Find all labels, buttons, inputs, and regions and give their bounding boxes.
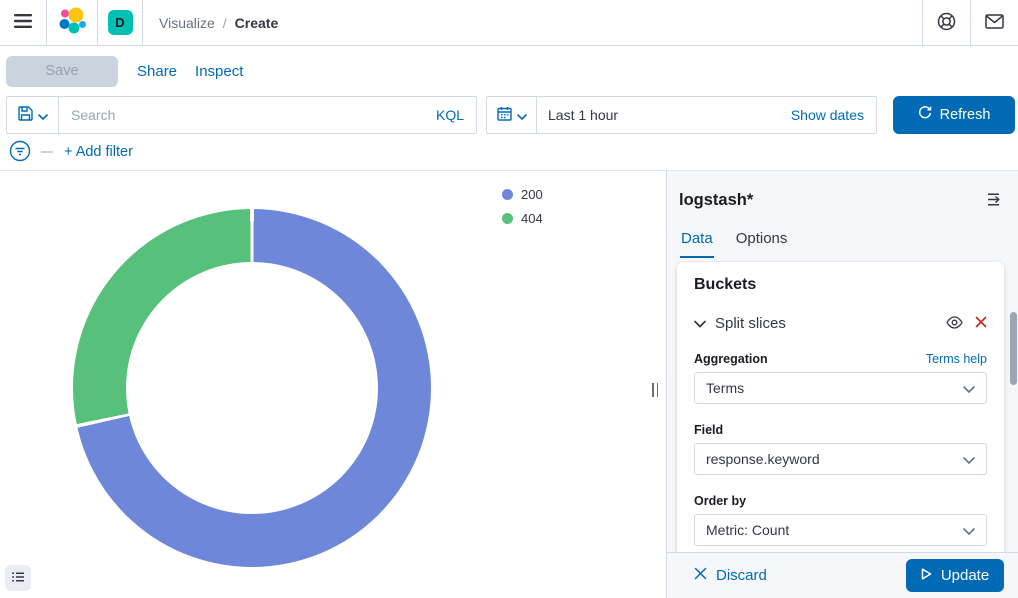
donut-chart[interactable] bbox=[73, 209, 431, 567]
legend-toggle-icon bbox=[11, 570, 25, 587]
date-picker: Last 1 hour Show dates bbox=[486, 96, 877, 134]
field-value: response.keyword bbox=[706, 451, 820, 467]
legend-swatch bbox=[502, 213, 513, 224]
legend-item-404[interactable]: 404 bbox=[502, 211, 543, 226]
terms-help-link[interactable]: Terms help bbox=[926, 352, 987, 366]
field-select[interactable]: response.keyword bbox=[694, 443, 987, 475]
legend-toggle-button[interactable] bbox=[5, 565, 31, 591]
chevron-down-icon bbox=[694, 316, 706, 331]
kibana-visualize-app: D Visualize / Create bbox=[0, 0, 1018, 598]
panel-scrollbar[interactable] bbox=[1010, 312, 1017, 385]
date-spacer bbox=[618, 97, 791, 133]
legend-swatch bbox=[502, 189, 513, 200]
panel-collapse-icon bbox=[987, 195, 1004, 210]
discard-button-label: Discard bbox=[716, 567, 767, 584]
panel-collapse-button[interactable] bbox=[981, 191, 1010, 211]
breadcrumb-create: Create bbox=[235, 15, 279, 31]
index-pattern-title: logstash* bbox=[679, 191, 753, 210]
discard-button[interactable]: Discard bbox=[688, 566, 773, 585]
aggregation-select[interactable]: Terms bbox=[694, 372, 987, 404]
editor-footer: Discard Update bbox=[667, 552, 1018, 598]
main-content: 200 404 logstash* bbox=[0, 171, 1018, 598]
space-selector-section: D bbox=[98, 0, 142, 45]
breadcrumb: Visualize / Create bbox=[159, 0, 278, 45]
chevron-down-icon bbox=[517, 108, 527, 123]
help-icon bbox=[937, 12, 956, 34]
chart-legend: 200 404 bbox=[502, 187, 543, 226]
saved-query-menu-button[interactable] bbox=[7, 97, 59, 133]
space-badge[interactable]: D bbox=[108, 10, 133, 35]
tab-data[interactable]: Data bbox=[680, 230, 714, 258]
filter-bar: + Add filter bbox=[0, 134, 1018, 171]
help-button[interactable] bbox=[923, 0, 970, 45]
search-input[interactable] bbox=[59, 97, 424, 133]
split-slices-row: Split slices bbox=[694, 315, 987, 332]
filter-options-button[interactable] bbox=[8, 140, 32, 164]
eye-icon bbox=[946, 316, 963, 332]
refresh-icon bbox=[918, 106, 932, 124]
breadcrumb-visualize[interactable]: Visualize bbox=[159, 15, 215, 31]
aggregation-value: Terms bbox=[706, 380, 744, 396]
aggregation-label-row: Aggregation Terms help bbox=[694, 352, 987, 366]
navbar-spacer bbox=[278, 0, 922, 45]
order-by-select[interactable]: Metric: Count bbox=[694, 514, 987, 546]
legend-item-200[interactable]: 200 bbox=[502, 187, 543, 202]
share-button[interactable]: Share bbox=[137, 63, 177, 80]
refresh-button-label: Refresh bbox=[940, 107, 991, 123]
elastic-logo bbox=[59, 7, 86, 39]
tab-options[interactable]: Options bbox=[735, 230, 789, 258]
visualization-canvas: 200 404 bbox=[0, 171, 666, 598]
time-range-value[interactable]: Last 1 hour bbox=[548, 107, 618, 123]
editor-tabs: Data Options bbox=[680, 230, 788, 258]
remove-bucket-button[interactable] bbox=[975, 316, 987, 331]
field-label: Field bbox=[694, 423, 987, 437]
visualization-editor-panel: logstash* Data Options Buckets bbox=[666, 171, 1018, 598]
update-button[interactable]: Update bbox=[906, 559, 1004, 592]
inspect-button[interactable]: Inspect bbox=[195, 63, 243, 80]
add-filter-button[interactable]: + Add filter bbox=[64, 144, 133, 160]
newsfeed-button[interactable] bbox=[971, 0, 1018, 45]
buckets-heading: Buckets bbox=[694, 276, 987, 294]
visualize-toolbar: Save Share Inspect bbox=[0, 46, 1018, 96]
filter-icon bbox=[9, 140, 31, 165]
order-by-label: Order by bbox=[694, 494, 987, 508]
update-button-label: Update bbox=[941, 567, 989, 584]
remove-icon bbox=[975, 316, 987, 331]
buckets-card: Buckets Split slices bbox=[677, 262, 1004, 582]
top-navbar: D Visualize / Create bbox=[0, 0, 1018, 46]
aggregation-label: Aggregation bbox=[694, 352, 768, 366]
filter-divider bbox=[41, 151, 53, 153]
mail-icon bbox=[985, 14, 1004, 32]
query-language-switcher[interactable]: KQL bbox=[424, 107, 476, 123]
refresh-button[interactable]: Refresh bbox=[893, 96, 1015, 134]
chevron-down-icon bbox=[963, 522, 975, 538]
discard-icon bbox=[694, 567, 707, 584]
show-dates-button[interactable]: Show dates bbox=[791, 107, 876, 123]
saved-query-icon bbox=[18, 106, 33, 124]
query-bar: KQL Last 1 hour Show dates bbox=[6, 96, 1015, 134]
breadcrumb-separator: / bbox=[223, 15, 227, 31]
save-button[interactable]: Save bbox=[6, 56, 118, 87]
menu-button[interactable] bbox=[0, 0, 46, 45]
panel-resize-handle[interactable] bbox=[652, 383, 661, 397]
legend-label: 404 bbox=[521, 211, 543, 226]
chevron-down-icon bbox=[963, 380, 975, 396]
search-box: KQL bbox=[6, 96, 477, 134]
update-icon bbox=[921, 567, 932, 584]
split-slices-label: Split slices bbox=[715, 315, 786, 332]
order-by-value: Metric: Count bbox=[706, 522, 789, 538]
menu-icon bbox=[13, 13, 33, 32]
elastic-logo-section[interactable] bbox=[47, 0, 97, 45]
legend-label: 200 bbox=[521, 187, 543, 202]
calendar-icon bbox=[497, 106, 512, 124]
toggle-visibility-button[interactable] bbox=[946, 316, 963, 332]
chevron-down-icon bbox=[38, 108, 48, 123]
navbar-divider bbox=[142, 0, 143, 45]
chevron-down-icon bbox=[963, 451, 975, 467]
collapse-agg-button[interactable] bbox=[694, 316, 706, 331]
date-quick-menu-button[interactable] bbox=[487, 97, 537, 133]
